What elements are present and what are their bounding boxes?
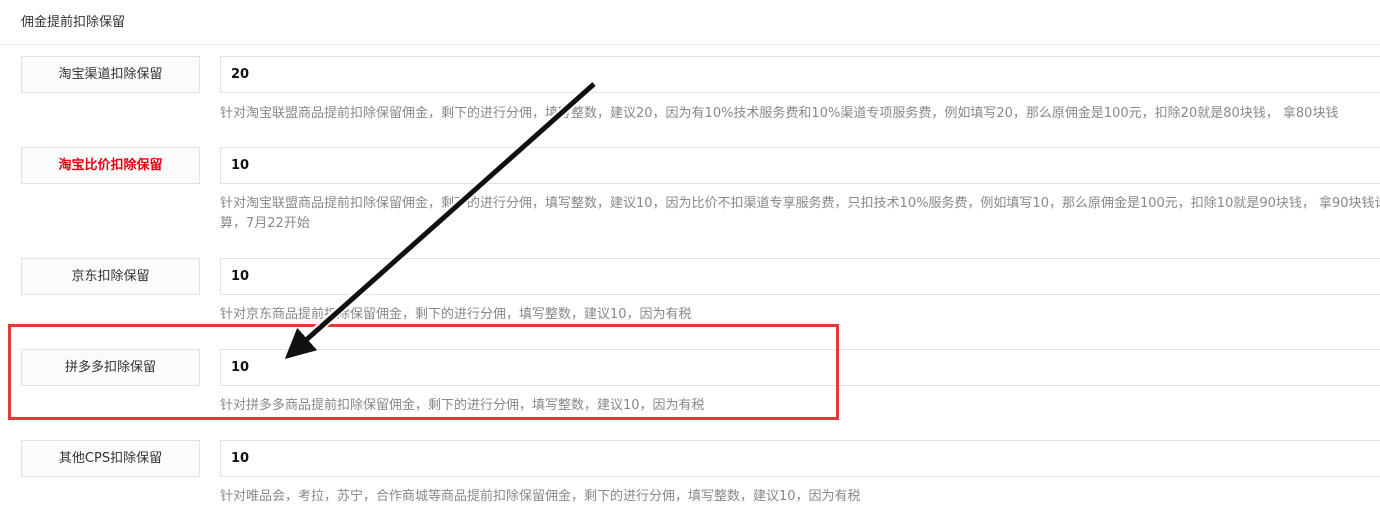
taobao-channel-label: 淘宝渠道扣除保留 bbox=[21, 56, 200, 93]
taobao-channel-input[interactable] bbox=[220, 56, 1380, 93]
taobao-compare-hint: 针对淘宝联盟商品提前扣除保留佣金，剩下的进行分佣，填写整数，建议10，因为比价不… bbox=[220, 196, 1380, 231]
pinduoduo-hint: 针对拼多多商品提前扣除保留佣金，剩下的进行分佣，填写整数，建议10，因为有税 bbox=[220, 398, 705, 413]
jd-input[interactable] bbox=[220, 258, 1380, 295]
taobao-channel-hint: 针对淘宝联盟商品提前扣除保留佣金，剩下的进行分佣，填写整数，建议20，因为有10… bbox=[220, 106, 1339, 121]
section-header: 佣金提前扣除保留 bbox=[0, 0, 1380, 45]
jd-hint: 针对京东商品提前扣除保留佣金，剩下的进行分佣，填写整数，建议10，因为有税 bbox=[220, 307, 692, 322]
taobao-compare-label: 淘宝比价扣除保留 bbox=[21, 147, 200, 184]
jd-label: 京东扣除保留 bbox=[21, 258, 200, 295]
pinduoduo-label: 拼多多扣除保留 bbox=[21, 349, 200, 386]
section-title: 佣金提前扣除保留 bbox=[21, 15, 126, 30]
other-cps-hint: 针对唯品会，考拉，苏宁，合作商城等商品提前扣除保留佣金，剩下的进行分佣，填写整数… bbox=[220, 489, 861, 504]
other-cps-input[interactable] bbox=[220, 440, 1380, 477]
other-cps-label: 其他CPS扣除保留 bbox=[21, 440, 200, 477]
commission-settings-page: 佣金提前扣除保留 淘宝渠道扣除保留 针对淘宝联盟商品提前扣除保留佣金，剩下的进行… bbox=[0, 0, 1380, 518]
pinduoduo-input[interactable] bbox=[220, 349, 1380, 386]
taobao-compare-input[interactable] bbox=[220, 147, 1380, 184]
